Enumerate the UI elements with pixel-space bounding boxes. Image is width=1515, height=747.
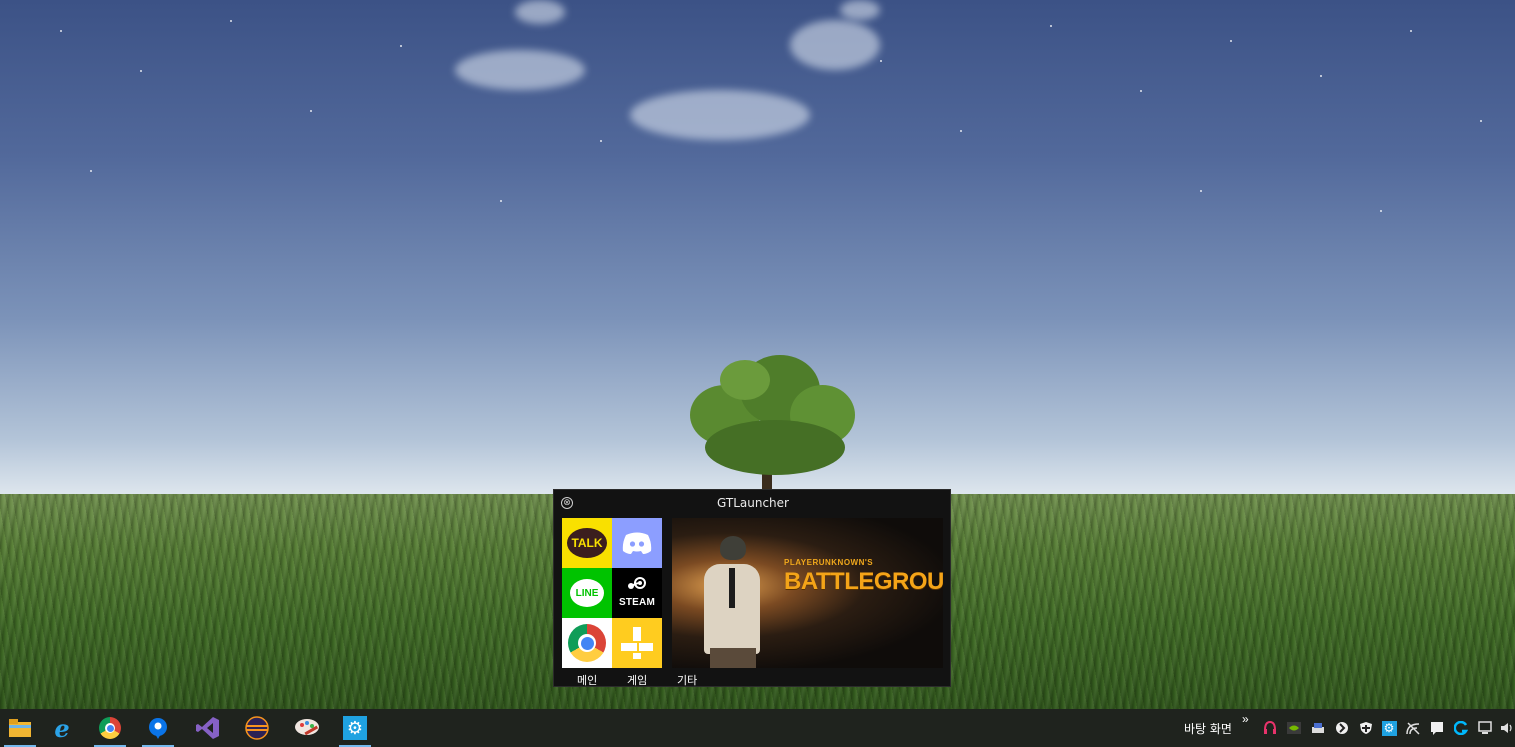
kakaotalk-tile[interactable]: TALK [562, 518, 612, 568]
tab-other[interactable]: 기타 [677, 672, 697, 688]
chrome-icon [568, 624, 606, 662]
toolbar-expand-chevron[interactable]: » [1242, 712, 1249, 726]
steam-icon [628, 577, 646, 589]
steam-label: STEAM [619, 596, 655, 608]
shield-icon[interactable] [1358, 720, 1374, 736]
visual-studio-icon[interactable] [188, 709, 228, 747]
app-icon[interactable] [1334, 720, 1350, 736]
line-tile[interactable]: LINE [562, 568, 612, 618]
file-explorer-icon[interactable] [0, 709, 40, 747]
maps-icon[interactable] [138, 709, 178, 747]
tab-main[interactable]: 메인 [577, 672, 597, 688]
kakaotalk-icon: TALK [567, 528, 607, 558]
printer-icon[interactable] [1310, 720, 1326, 736]
settings-icon[interactable]: ⚙ [335, 709, 375, 747]
gtlauncher-window: ⊗ GTLauncher TALK LINE STEAM PLAYERUNKNO… [553, 489, 951, 687]
paint-icon[interactable] [287, 709, 327, 747]
network-icon[interactable] [1405, 720, 1421, 736]
window-title: GTLauncher [717, 496, 789, 510]
banner-title: BATTLEGROUNDS [784, 568, 943, 595]
monitor-icon[interactable] [1477, 720, 1493, 736]
pubg-game-banner[interactable]: PLAYERUNKNOWN'S BATTLEGROUNDS [672, 518, 943, 668]
headset-icon[interactable] [1262, 720, 1278, 736]
chrome-icon[interactable] [90, 709, 130, 747]
logitech-icon[interactable] [1453, 720, 1469, 736]
steam-tile[interactable]: STEAM [612, 568, 662, 618]
discord-icon [622, 532, 652, 554]
chrome-tile[interactable] [562, 618, 612, 668]
desktop-toolbar-label[interactable]: 바탕 화면 [1184, 720, 1232, 737]
nvidia-icon[interactable] [1286, 720, 1302, 736]
discord-tile[interactable] [612, 518, 662, 568]
kakaotalk-label: TALK [571, 536, 603, 550]
other-app-tile[interactable] [612, 618, 662, 668]
volume-icon[interactable] [1499, 720, 1515, 736]
taskbar: e ⚙ 바탕 화면 » ⚙ [0, 709, 1515, 747]
settings-icon[interactable]: ⚙ [1381, 720, 1397, 736]
message-icon[interactable] [1429, 720, 1445, 736]
banner-brand: PLAYERUNKNOWN'S [784, 558, 874, 567]
internet-explorer-icon[interactable]: e [42, 709, 82, 747]
line-icon: LINE [570, 579, 604, 607]
eclipse-icon[interactable] [237, 709, 277, 747]
tiles-app-icon [621, 627, 653, 659]
line-label: LINE [575, 587, 599, 599]
tab-game[interactable]: 게임 [627, 672, 647, 688]
